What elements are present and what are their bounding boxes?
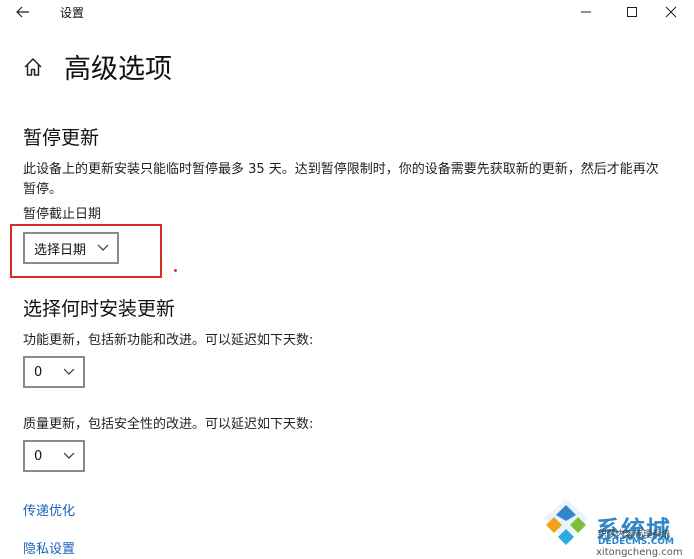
minimize-icon <box>581 11 591 13</box>
pause-date-select[interactable]: 选择日期 <box>23 232 119 264</box>
chevron-down-icon <box>63 452 75 459</box>
feature-update-defer-value: 0 <box>34 364 43 380</box>
feature-update-label: 功能更新，包括新功能和改进。可以延迟如下天数: <box>23 333 314 348</box>
install-timing-heading: 选择何时安装更新 <box>23 298 176 320</box>
chevron-down-icon <box>97 244 109 251</box>
chevron-down-icon <box>63 368 75 375</box>
pause-date-label: 暂停截止日期 <box>23 207 102 222</box>
quality-update-label: 质量更新，包括安全性的改进。可以延迟如下天数: <box>23 417 314 432</box>
home-button[interactable] <box>22 56 44 78</box>
watermark-line3: xitongcheng.com <box>596 547 683 558</box>
minimize-button[interactable] <box>563 0 609 24</box>
pause-date-select-value: 选择日期 <box>34 242 87 258</box>
page-title: 高级选项 <box>64 54 172 85</box>
window-title: 设置 <box>60 6 85 20</box>
home-icon <box>24 58 42 76</box>
highlight-dot <box>174 269 177 272</box>
feature-update-defer-select[interactable]: 0 <box>23 356 85 388</box>
privacy-settings-link[interactable]: 隐私设置 <box>23 538 75 557</box>
pause-updates-heading: 暂停更新 <box>23 127 100 149</box>
maximize-icon <box>627 7 637 17</box>
close-button[interactable] <box>648 0 694 24</box>
quality-update-defer-value: 0 <box>34 448 43 464</box>
back-button[interactable] <box>6 0 40 24</box>
watermark-line2: DEDECMS.COM <box>598 537 674 547</box>
watermark-logo <box>540 497 592 551</box>
arrow-left-icon <box>16 6 29 18</box>
delivery-optimization-link[interactable]: 传递优化 <box>23 500 75 519</box>
pause-updates-description: 此设备上的更新安装只能临时暂停最多 35 天。达到暂停限制时，你的设备需要先获取… <box>23 162 659 197</box>
close-icon <box>665 6 677 18</box>
quality-update-defer-select[interactable]: 0 <box>23 440 85 472</box>
windows-logo-icon <box>544 499 588 545</box>
